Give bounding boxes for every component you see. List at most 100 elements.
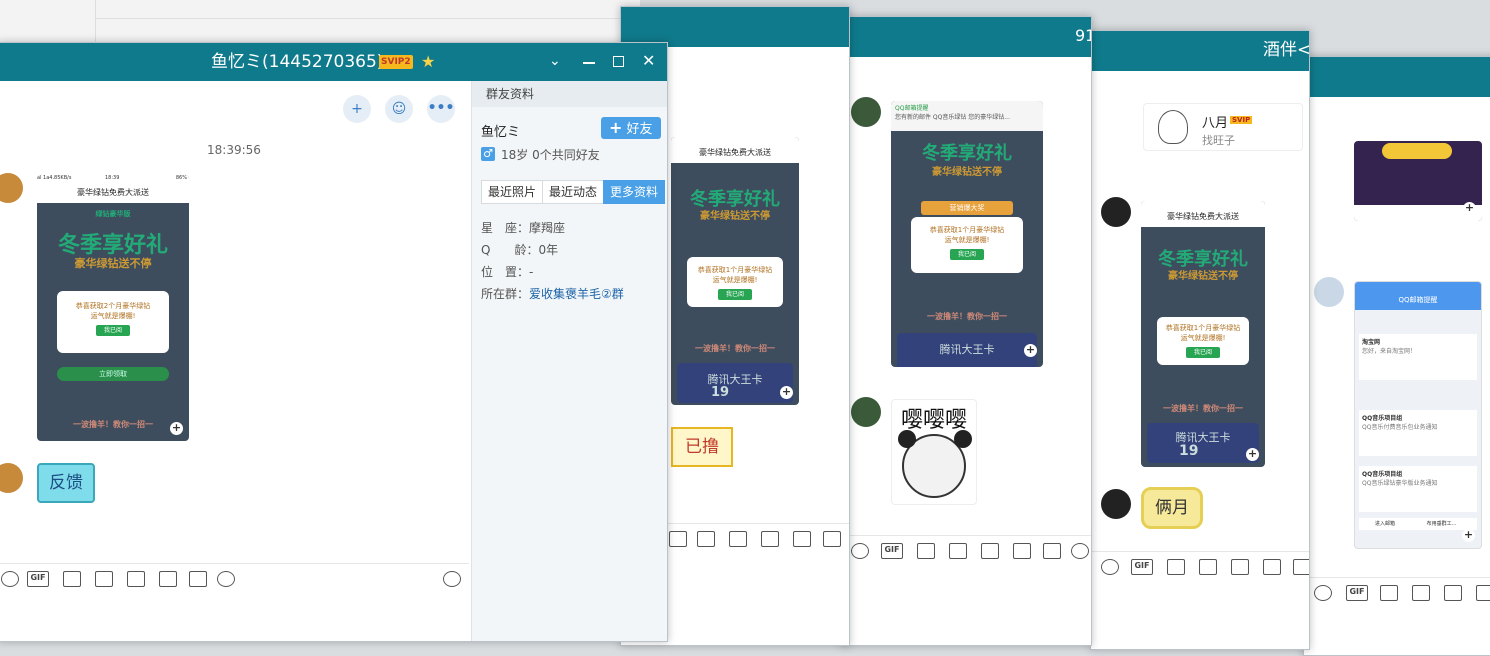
doc-icon[interactable] bbox=[1444, 585, 1462, 601]
scissors-icon[interactable] bbox=[917, 543, 935, 559]
zoom-plus-icon[interactable]: + bbox=[170, 422, 183, 435]
screenshot-thumbnail[interactable]: al 1a4.85KB/s 18:39 86% 豪华绿钻免费大派送 绿钻豪华版 … bbox=[37, 175, 189, 441]
popup-button[interactable]: 我已阅 bbox=[718, 289, 752, 300]
more-options-icon[interactable]: ••• bbox=[427, 95, 455, 123]
zoom-plus-icon[interactable]: + bbox=[1462, 529, 1475, 542]
tab-recent-photos[interactable]: 最近照片 bbox=[481, 180, 544, 204]
screenshot-thumbnail[interactable]: QQ邮箱提醒 您有新的邮件 QQ音乐绿钻 您的豪华绿钻... 冬季享好礼 豪华绿… bbox=[891, 101, 1043, 367]
folder-icon[interactable] bbox=[949, 543, 967, 559]
screenshot-thumbnail-top[interactable]: + bbox=[1354, 141, 1482, 221]
shot-subheadline: 豪华绿钻送不停 bbox=[74, 257, 152, 270]
zoom-plus-icon[interactable]: + bbox=[1246, 448, 1259, 461]
mail-bottom-left: 进入邮箱 bbox=[1375, 521, 1396, 527]
age-info: 18岁 0个共同好友 bbox=[501, 148, 600, 162]
add-friend-label: 好友 bbox=[626, 122, 653, 137]
field-value: 摩羯座 bbox=[529, 221, 566, 235]
emoji-icon[interactable] bbox=[1101, 559, 1119, 575]
avatar bbox=[851, 97, 881, 127]
avatar bbox=[1314, 277, 1344, 307]
image-icon[interactable] bbox=[159, 571, 177, 587]
red-packet-icon[interactable] bbox=[189, 571, 207, 587]
maximize-icon[interactable] bbox=[613, 56, 624, 67]
window-title: 鱼忆ミ(1445270365) bbox=[211, 52, 384, 72]
emoji-icon[interactable] bbox=[1, 571, 19, 587]
star-icon: ★ bbox=[421, 52, 436, 71]
avatar bbox=[1101, 489, 1131, 519]
contact-avatar bbox=[1158, 110, 1188, 144]
add-friend-button[interactable]: + 好友 bbox=[601, 117, 661, 139]
title-bar: 917884011(917884011) bbox=[841, 17, 1091, 57]
folder-icon[interactable] bbox=[95, 571, 113, 587]
popup-button[interactable]: 我已阅 bbox=[96, 325, 130, 336]
scissors-icon[interactable] bbox=[1380, 585, 1398, 601]
field-label: 星 座： bbox=[481, 221, 530, 235]
status-right: 86% bbox=[175, 175, 187, 181]
popup-button[interactable]: 我已阅 bbox=[950, 249, 984, 260]
more-icon[interactable] bbox=[1071, 543, 1089, 559]
field-label: 所在群： bbox=[481, 287, 530, 301]
scissors-icon[interactable] bbox=[1167, 559, 1185, 575]
add-member-icon[interactable]: + bbox=[343, 95, 371, 123]
doc-icon[interactable] bbox=[127, 571, 145, 587]
image-icon[interactable] bbox=[1476, 585, 1490, 601]
zoom-plus-icon[interactable]: + bbox=[1463, 202, 1476, 215]
doc-icon[interactable] bbox=[761, 531, 779, 547]
close-icon[interactable]: ✕ bbox=[642, 51, 655, 70]
member-name: 鱼忆ミ bbox=[481, 125, 521, 140]
minimize-icon[interactable] bbox=[583, 62, 595, 64]
field-value: - bbox=[529, 265, 534, 279]
red-packet-icon[interactable] bbox=[1043, 543, 1061, 559]
gif-icon[interactable]: GIF bbox=[27, 571, 49, 587]
gif-icon[interactable]: GIF bbox=[881, 543, 903, 559]
gif-icon[interactable]: GIF bbox=[1346, 585, 1368, 601]
scissors-icon[interactable] bbox=[63, 571, 81, 587]
emoji-icon[interactable] bbox=[851, 543, 869, 559]
doc-icon[interactable] bbox=[1231, 559, 1249, 575]
popup-text: 恭喜获取1个月豪华绿钻 运气就是爆棚! bbox=[929, 226, 1005, 244]
main-chat-window: 鱼忆ミ(1445270365) SVIP2 ★ ⌄ ✕ + ☺ ••• 18:3… bbox=[0, 42, 668, 642]
group-link[interactable]: 爱收集褒羊毛②群 bbox=[529, 287, 624, 301]
contact-card[interactable]: 八月 SVIP 找旺子 bbox=[1143, 103, 1303, 151]
card-text: 腾讯大王卡 bbox=[707, 373, 763, 386]
chevron-down-icon[interactable]: ⌄ bbox=[549, 53, 561, 69]
history-clock-icon[interactable] bbox=[443, 571, 461, 587]
popup-text: 恭喜获取1个月豪华绿钻 运气就是爆棚! bbox=[697, 266, 773, 284]
chat-window-4: 酒伴<6 八月 SVIP 找旺子 豪华绿钻免费大派送 冬季享好礼 豪华绿钻送不停… bbox=[1090, 30, 1310, 650]
gif-icon[interactable]: GIF bbox=[1131, 559, 1153, 575]
red-packet-icon[interactable] bbox=[823, 531, 841, 547]
mail-item-title: QQ音乐项目组 bbox=[1362, 415, 1403, 422]
folder-icon[interactable] bbox=[729, 531, 747, 547]
image-icon[interactable] bbox=[1263, 559, 1281, 575]
zoom-plus-icon[interactable]: + bbox=[780, 386, 793, 399]
folder-icon[interactable] bbox=[1412, 585, 1430, 601]
svip-badge: SVIP bbox=[1230, 116, 1253, 124]
shot-footer: 一波撸羊！教你一招一 bbox=[927, 312, 1007, 321]
tab-more-info[interactable]: 更多资料 bbox=[603, 180, 666, 204]
screenshot-thumbnail-mail[interactable]: QQ邮箱提醒 淘宝网 您好，来自淘宝网！ QQ音乐项目组 QQ音乐付费音乐包业务… bbox=[1354, 281, 1482, 549]
doc-icon[interactable] bbox=[981, 543, 999, 559]
screenshot-thumbnail[interactable]: 豪华绿钻免费大派送 冬季享好礼 豪华绿钻送不停 恭喜获取1个月豪华绿钻 运气就是… bbox=[1141, 201, 1265, 467]
red-packet-icon[interactable] bbox=[1293, 559, 1309, 575]
folder-icon[interactable] bbox=[1199, 559, 1217, 575]
scissors-icon[interactable] bbox=[697, 531, 715, 547]
tab-recent-activity[interactable]: 最近动态 bbox=[542, 180, 605, 204]
title-bar: 酒伴<6 bbox=[1091, 31, 1309, 71]
group-icon[interactable]: ☺ bbox=[385, 95, 413, 123]
input-toolbar: GIF bbox=[841, 535, 1091, 565]
shot-title: 豪华绿钻免费大派送 bbox=[1141, 201, 1265, 227]
video-icon[interactable] bbox=[669, 531, 687, 547]
shot-subheadline: 豪华绿钻送不停 bbox=[700, 211, 770, 222]
zoom-plus-icon[interactable]: + bbox=[1024, 344, 1037, 357]
shot-cta: 立即领取 bbox=[57, 367, 169, 381]
more-icon[interactable] bbox=[217, 571, 235, 587]
image-icon[interactable] bbox=[1013, 543, 1031, 559]
mail-item-body: 您好，来自淘宝网！ bbox=[1362, 348, 1417, 355]
popup-button[interactable]: 我已阅 bbox=[1186, 347, 1220, 358]
field-group: 所在群：爱收集褒羊毛②群 bbox=[481, 285, 624, 302]
screenshot-thumbnail[interactable]: 豪华绿钻免费大派送 冬季享好礼 豪华绿钻送不停 恭喜获取1个月豪华绿钻 运气就是… bbox=[671, 137, 799, 405]
emoji-icon[interactable] bbox=[1314, 585, 1332, 601]
title-bar bbox=[621, 7, 849, 47]
input-toolbar: GIF bbox=[0, 563, 469, 593]
image-icon[interactable] bbox=[793, 531, 811, 547]
shot-subheadline: 豪华绿钻送不停 bbox=[1168, 271, 1238, 282]
